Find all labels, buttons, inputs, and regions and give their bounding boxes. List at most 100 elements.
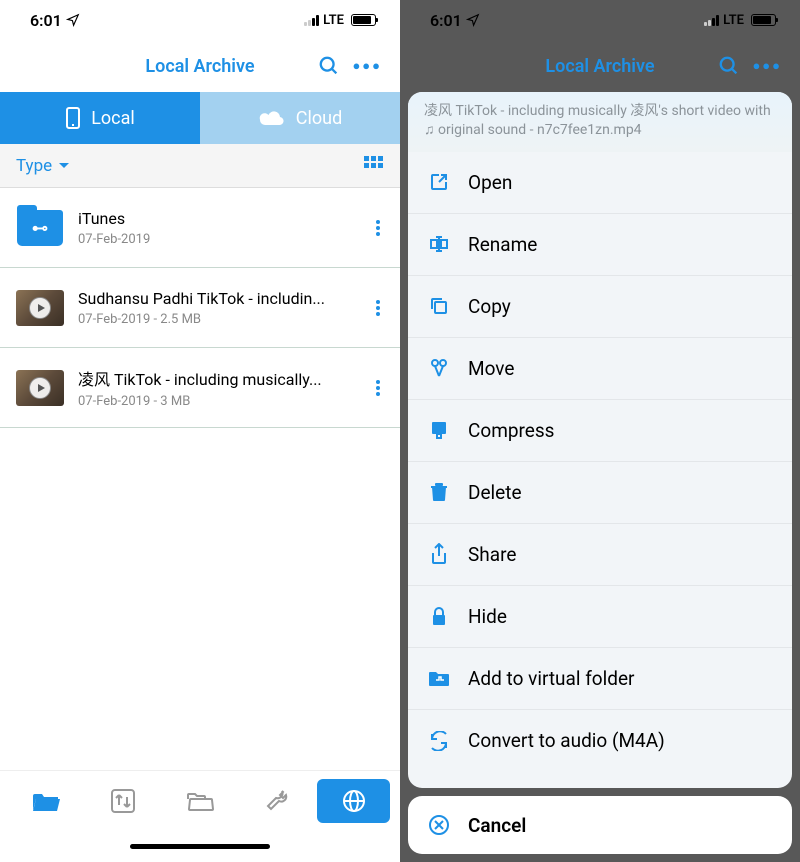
sort-label: Type <box>16 156 52 176</box>
copy-icon <box>428 295 450 317</box>
phone-icon <box>65 106 81 130</box>
more-button[interactable]: ●●● <box>352 58 382 74</box>
transfer-tab-button[interactable] <box>87 779 160 823</box>
search-icon <box>718 55 740 77</box>
chevron-down-icon <box>58 161 70 171</box>
sort-type-button[interactable]: Type <box>16 156 70 176</box>
action-label: Delete <box>468 481 522 504</box>
file-list: ⊷ iTunes 07-Feb-2019 Sudhansu Padhi TikT… <box>0 188 400 770</box>
page-title: Local Archive <box>545 56 654 77</box>
status-bar: 6:01 LTE <box>400 0 800 40</box>
compress-icon <box>428 419 450 441</box>
cancel-button[interactable]: Cancel <box>408 796 792 854</box>
action-hide[interactable]: Hide <box>408 586 792 648</box>
action-label: Hide <box>468 605 507 628</box>
screen-right: 6:01 LTE Local Archive ●●● 凌风 TikTok - i… <box>400 0 800 862</box>
action-label: Copy <box>468 295 511 318</box>
video-thumb <box>16 287 64 329</box>
battery-icon <box>351 14 376 26</box>
item-more-button[interactable] <box>372 288 384 328</box>
rename-icon <box>428 233 450 255</box>
action-label: Rename <box>468 233 537 256</box>
status-bar: 6:01 LTE <box>0 0 400 40</box>
search-button[interactable] <box>318 55 340 77</box>
nav-bar: Local Archive ●●● <box>0 40 400 92</box>
bottom-toolbar <box>0 770 400 830</box>
folders-icon <box>186 789 214 813</box>
sheet-header: 凌风 TikTok - including musically 凌风's sho… <box>408 92 792 152</box>
item-more-button[interactable] <box>372 368 384 408</box>
search-button[interactable] <box>718 55 740 77</box>
tab-cloud-label: Cloud <box>296 108 342 129</box>
action-share[interactable]: Share <box>408 524 792 586</box>
storage-tabs: Local Cloud <box>0 92 400 144</box>
folders-tab-button[interactable] <box>164 779 237 823</box>
signal-icon <box>704 15 719 26</box>
nav-bar: Local Archive ●●● <box>400 40 800 92</box>
status-time: 6:01 <box>430 11 462 30</box>
status-time: 6:01 <box>30 11 62 30</box>
item-subtitle: 07-Feb-2019 - 2.5 MB <box>78 312 358 327</box>
files-tab-button[interactable] <box>10 779 83 823</box>
cancel-label: Cancel <box>468 814 526 837</box>
tab-local[interactable]: Local <box>0 92 200 144</box>
more-button[interactable]: ●●● <box>752 58 782 74</box>
item-subtitle: 07-Feb-2019 <box>78 232 358 247</box>
action-move[interactable]: Move <box>408 338 792 400</box>
virtual-folder-icon <box>428 667 450 689</box>
globe-icon <box>341 788 367 814</box>
grid-icon <box>364 156 384 176</box>
item-more-button[interactable] <box>372 208 384 248</box>
item-title: iTunes <box>78 209 358 228</box>
action-label: Share <box>468 543 516 566</box>
action-copy[interactable]: Copy <box>408 276 792 338</box>
transfer-icon <box>110 788 136 814</box>
action-open[interactable]: Open <box>408 152 792 214</box>
item-title: Sudhansu Padhi TikTok - includin... <box>78 289 358 308</box>
filter-bar: Type <box>0 144 400 188</box>
battery-icon <box>751 14 776 26</box>
item-subtitle: 07-Feb-2019 - 3 MB <box>78 394 358 409</box>
settings-tab-button[interactable] <box>240 779 313 823</box>
screen-left: 6:01 LTE Local Archive ●●● Local Cloud T… <box>0 0 400 862</box>
list-item[interactable]: Sudhansu Padhi TikTok - includin... 07-F… <box>0 268 400 348</box>
action-convert[interactable]: Convert to audio (M4A) <box>408 710 792 772</box>
list-item[interactable]: 凌风 TikTok - including musically... 07-Fe… <box>0 348 400 428</box>
action-label: Move <box>468 357 514 380</box>
video-thumb <box>16 367 64 409</box>
page-title: Local Archive <box>145 56 254 77</box>
wrench-icon <box>264 788 290 814</box>
web-tab-button[interactable] <box>317 779 390 823</box>
item-title: 凌风 TikTok - including musically... <box>78 366 358 390</box>
signal-icon <box>304 15 319 26</box>
network-label: LTE <box>323 13 344 28</box>
action-label: Convert to audio (M4A) <box>468 729 665 752</box>
location-icon <box>466 13 480 27</box>
open-icon <box>428 171 450 193</box>
network-label: LTE <box>723 13 744 28</box>
action-delete[interactable]: Delete <box>408 462 792 524</box>
action-compress[interactable]: Compress <box>408 400 792 462</box>
folder-icon: ⊷ <box>16 207 64 249</box>
action-label: Compress <box>468 419 554 442</box>
action-rename[interactable]: Rename <box>408 214 792 276</box>
action-label: Add to virtual folder <box>468 667 635 690</box>
tab-local-label: Local <box>91 108 135 129</box>
action-sheet-panel: 凌风 TikTok - including musically 凌风's sho… <box>408 92 792 788</box>
home-indicator[interactable] <box>0 830 400 862</box>
convert-icon <box>428 730 450 752</box>
view-grid-button[interactable] <box>364 156 384 176</box>
folder-open-icon <box>31 788 61 814</box>
tab-cloud[interactable]: Cloud <box>200 92 400 144</box>
search-icon <box>318 55 340 77</box>
delete-icon <box>428 481 450 503</box>
action-virtual-folder[interactable]: Add to virtual folder <box>408 648 792 710</box>
action-label: Open <box>468 171 512 194</box>
location-icon <box>66 13 80 27</box>
move-icon <box>428 357 450 379</box>
action-sheet: 凌风 TikTok - including musically 凌风's sho… <box>408 92 792 854</box>
cancel-icon <box>428 814 450 836</box>
lock-icon <box>428 605 450 627</box>
list-item[interactable]: ⊷ iTunes 07-Feb-2019 <box>0 188 400 268</box>
cloud-icon <box>258 109 286 127</box>
